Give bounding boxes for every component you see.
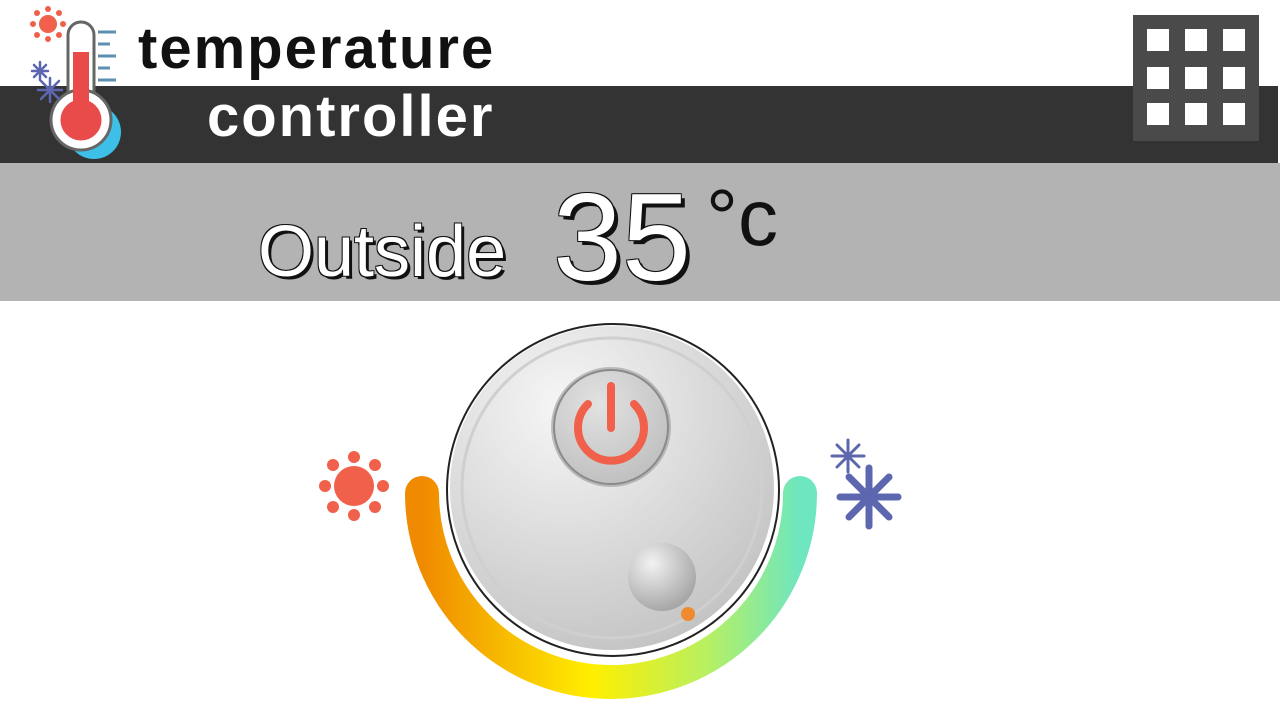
temperature-unit: °c (706, 173, 778, 262)
outside-label: Outside (258, 212, 507, 292)
app-title-line1: temperature (138, 16, 496, 81)
power-button[interactable] (551, 367, 671, 487)
thermometer-icon (30, 6, 121, 159)
grid-menu-icon (1147, 29, 1245, 125)
outside-temperature-value: 35 (553, 169, 691, 307)
knob-indicator (681, 607, 695, 621)
thermostat-dial (319, 323, 902, 699)
header-bar (0, 86, 1278, 163)
sun-icon (319, 451, 389, 521)
snowflake-icon (830, 438, 902, 530)
knob-grip[interactable] (628, 543, 696, 611)
app-title-line2: controller (207, 84, 495, 149)
menu-button[interactable] (1133, 15, 1259, 141)
